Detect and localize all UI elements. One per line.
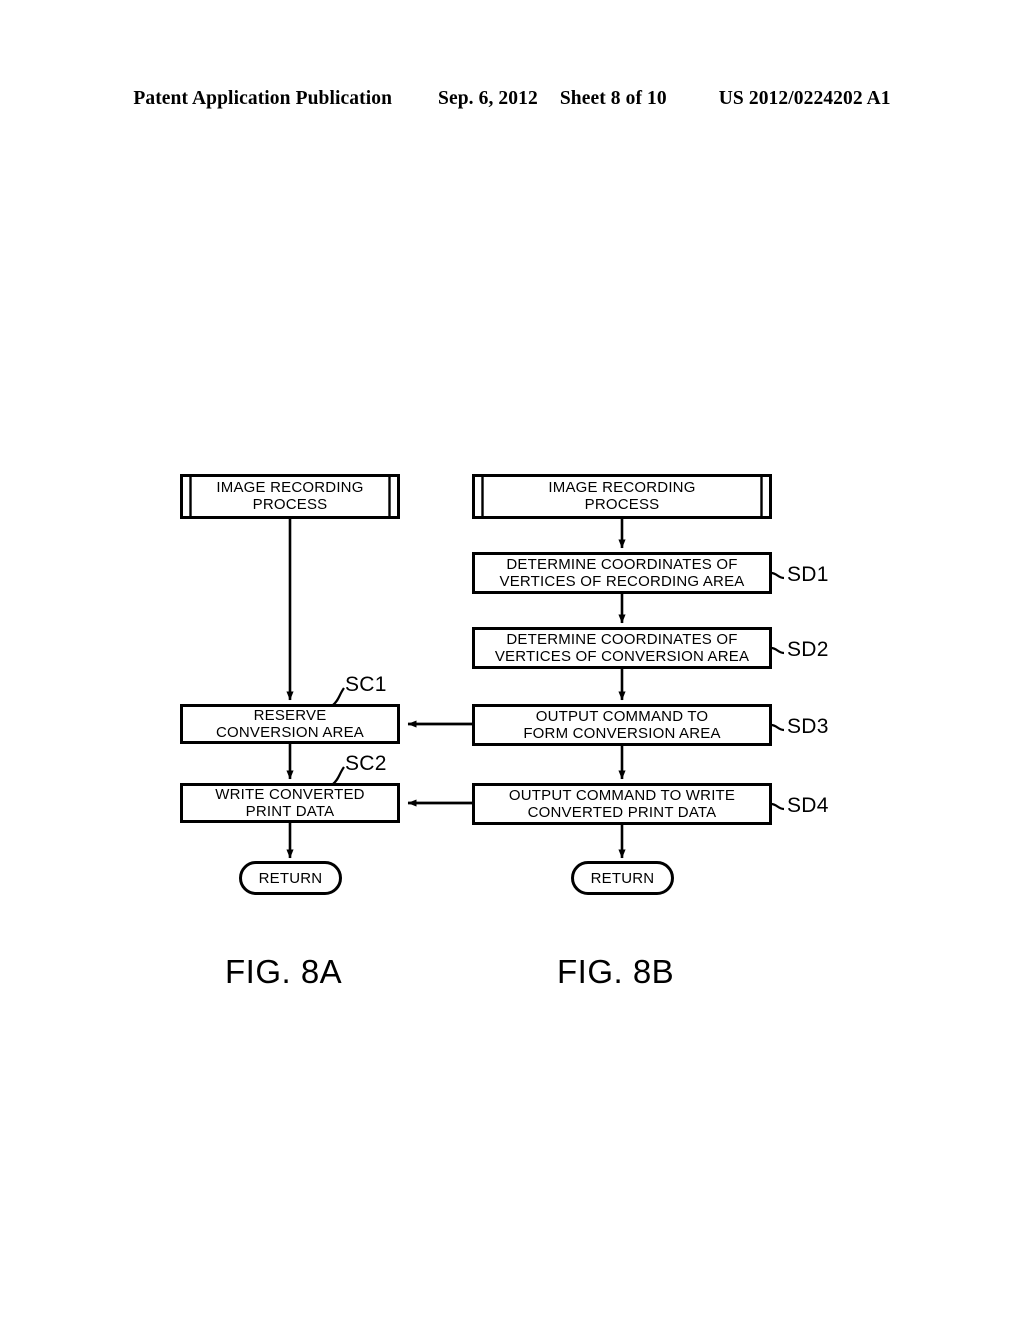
ref-leader-sc1 xyxy=(332,687,345,706)
node-b-return-label: RETURN xyxy=(590,869,655,887)
ref-label-sd2: SD2 xyxy=(787,639,829,660)
ref-label-sd1: SD1 xyxy=(787,564,829,585)
node-b-start[interactable]: IMAGE RECORDING PROCESS xyxy=(483,476,761,516)
node-b-sd3-label: OUTPUT COMMAND TO FORM CONVERSION AREA xyxy=(523,707,721,742)
ref-label-sc1-text: SC1 xyxy=(345,673,387,696)
node-a-sc2-label: WRITE CONVERTED PRINT DATA xyxy=(215,785,365,820)
figure-caption-8a-text: FIG. 8A xyxy=(225,953,343,990)
ref-leader-sd2 xyxy=(770,646,785,655)
node-b-sd4-label: OUTPUT COMMAND TO WRITE CONVERTED PRINT … xyxy=(508,786,736,821)
ref-leader-sc2 xyxy=(332,766,345,785)
node-b-sd1-label: DETERMINE COORDINATES OF VERTICES OF REC… xyxy=(499,555,745,590)
ref-label-sd4-text: SD4 xyxy=(787,794,829,817)
figure-caption-8b: FIG. 8B xyxy=(557,955,674,988)
node-a-start-label: IMAGE RECORDING PROCESS xyxy=(216,479,364,513)
ref-label-sc2: SC2 xyxy=(345,753,387,774)
ref-label-sd2-text: SD2 xyxy=(787,638,829,661)
figure-caption-8b-text: FIG. 8B xyxy=(557,953,675,990)
ref-label-sc2-text: SC2 xyxy=(345,752,387,775)
node-b-start-label: IMAGE RECORDING PROCESS xyxy=(548,479,696,513)
ref-leader-sd1 xyxy=(770,571,785,580)
node-a-sc1[interactable]: RESERVE CONVERSION AREA xyxy=(183,706,397,741)
node-b-sd1[interactable]: DETERMINE COORDINATES OF VERTICES OF REC… xyxy=(475,554,769,591)
node-a-sc2[interactable]: WRITE CONVERTED PRINT DATA xyxy=(183,785,397,820)
node-a-start[interactable]: IMAGE RECORDING PROCESS xyxy=(191,476,389,516)
node-a-sc1-label: RESERVE CONVERSION AREA xyxy=(215,706,365,741)
node-b-sd3[interactable]: OUTPUT COMMAND TO FORM CONVERSION AREA xyxy=(475,706,769,743)
node-b-return[interactable]: RETURN xyxy=(573,863,672,893)
ref-label-sd3-text: SD3 xyxy=(787,715,829,738)
node-b-sd4[interactable]: OUTPUT COMMAND TO WRITE CONVERTED PRINT … xyxy=(475,785,769,822)
node-b-sd2-label: DETERMINE COORDINATES OF VERTICES OF CON… xyxy=(494,630,750,665)
figure-caption-8a: FIG. 8A xyxy=(225,955,342,988)
node-a-return-label: RETURN xyxy=(258,869,323,887)
ref-leader-sd4 xyxy=(770,802,785,811)
ref-leader-sd3 xyxy=(770,723,785,732)
ref-label-sd3: SD3 xyxy=(787,716,829,737)
ref-label-sd1-text: SD1 xyxy=(787,563,829,586)
ref-label-sc1: SC1 xyxy=(345,674,387,695)
flowchart-diagram: IMAGE RECORDING PROCESS RESERVE CONVERSI… xyxy=(0,0,1024,1320)
node-a-return[interactable]: RETURN xyxy=(241,863,340,893)
ref-label-sd4: SD4 xyxy=(787,795,829,816)
node-b-sd2[interactable]: DETERMINE COORDINATES OF VERTICES OF CON… xyxy=(475,629,769,666)
